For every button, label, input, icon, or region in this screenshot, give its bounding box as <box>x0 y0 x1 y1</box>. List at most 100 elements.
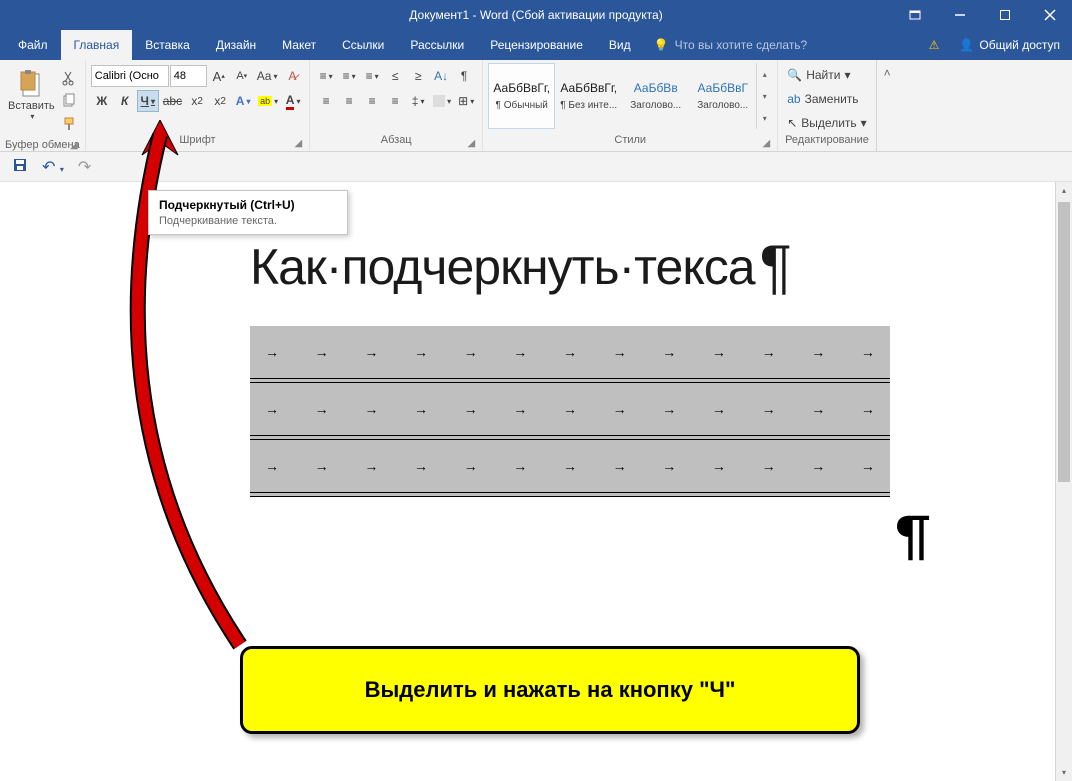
quick-access-toolbar: ↶ ▾ ↷ <box>0 152 1072 182</box>
cut-button[interactable] <box>58 67 80 89</box>
multilevel-button[interactable]: ≡▾ <box>361 65 383 87</box>
cursor-icon: ↖ <box>787 116 797 130</box>
sort-button[interactable]: A↓ <box>430 65 452 87</box>
highlight-button[interactable]: ab▾ <box>255 90 281 112</box>
bold-button[interactable]: Ж <box>91 90 113 112</box>
format-painter-button[interactable] <box>58 113 80 135</box>
undo-button[interactable]: ↶ ▾ <box>42 157 64 177</box>
copy-button[interactable] <box>58 90 80 112</box>
person-icon: 👤 <box>959 38 974 52</box>
tab-design[interactable]: Дизайн <box>203 30 269 60</box>
font-size-select[interactable]: 48 <box>170 65 207 87</box>
scrollbar-thumb[interactable] <box>1058 202 1070 482</box>
tab-references[interactable]: Ссылки <box>329 30 397 60</box>
pilcrow-icon: ¶ <box>760 232 791 301</box>
underline-button[interactable]: Ч▾ <box>137 90 159 112</box>
selected-table[interactable]: →→→→→→→→→→→→→ →→→→→→→→→→→→→ →→→→→→→→→→→→… <box>250 326 890 497</box>
maximize-button[interactable] <box>982 0 1027 30</box>
ribbon-tabs: Файл Главная Вставка Дизайн Макет Ссылки… <box>0 30 1072 60</box>
warning-icon[interactable]: ⚠ <box>921 30 948 60</box>
style-normal[interactable]: АаБбВвГг,¶ Обычный <box>488 63 555 129</box>
scroll-up-icon[interactable]: ▴ <box>1056 182 1072 199</box>
title-bar: Документ1 - Word (Сбой активации продукт… <box>0 0 1072 30</box>
group-label-styles: Стили◢ <box>488 134 772 151</box>
numbering-button[interactable]: ≡▾ <box>338 65 360 87</box>
bullets-button[interactable]: ≡▾ <box>315 65 337 87</box>
dialog-launcher-icon[interactable]: ◢ <box>70 140 78 151</box>
superscript-button[interactable]: x2 <box>209 90 231 112</box>
share-button[interactable]: 👤 Общий доступ <box>947 30 1072 60</box>
callout-text: Выделить и нажать на кнопку "Ч" <box>365 677 736 703</box>
document-heading[interactable]: Как·подчеркнуть·текса¶ <box>250 232 910 301</box>
dialog-launcher-icon[interactable]: ◢ <box>763 138 771 149</box>
pilcrow-icon: ¶ <box>896 500 930 571</box>
scroll-down-icon[interactable]: ▾ <box>1056 764 1072 781</box>
tooltip-underline: Подчеркнутый (Ctrl+U) Подчеркивание текс… <box>148 190 348 235</box>
search-icon: 🔍 <box>787 68 802 82</box>
tell-me-placeholder: Что вы хотите сделать? <box>675 38 808 52</box>
line-spacing-button[interactable]: ‡▾ <box>407 90 429 112</box>
show-marks-button[interactable]: ¶ <box>453 65 475 87</box>
tab-home[interactable]: Главная <box>61 30 133 60</box>
tell-me-search[interactable]: 💡 Что вы хотите сделать? <box>644 30 818 60</box>
indent-decrease-button[interactable]: ≤ <box>384 65 406 87</box>
font-color-button[interactable]: A▾ <box>282 90 304 112</box>
align-right-button[interactable]: ≡ <box>361 90 383 112</box>
share-label: Общий доступ <box>979 38 1060 52</box>
find-button[interactable]: 🔍Найти▾ <box>783 64 870 86</box>
grow-font-button[interactable]: A▴ <box>208 65 230 87</box>
group-label-clipboard: Буфер обмена◢ <box>5 139 80 153</box>
style-heading1[interactable]: АаБбВвЗаголово... <box>622 63 689 129</box>
italic-button[interactable]: К <box>114 90 136 112</box>
tab-view[interactable]: Вид <box>596 30 644 60</box>
group-label-editing: Редактирование <box>783 134 870 151</box>
group-label-font: Шрифт◢ <box>91 134 304 151</box>
shading-button[interactable]: ▾ <box>430 90 454 112</box>
justify-button[interactable]: ≡ <box>384 90 406 112</box>
paste-label: Вставить <box>8 100 55 112</box>
dialog-launcher-icon[interactable]: ◢ <box>294 138 302 149</box>
tab-review[interactable]: Рецензирование <box>477 30 596 60</box>
group-clipboard: Вставить ▾ Буфер обмена◢ <box>0 60 86 151</box>
vertical-scrollbar[interactable]: ▴ ▾ <box>1055 182 1072 781</box>
ribbon: Вставить ▾ Буфер обмена◢ Calibri (Осно 4… <box>0 60 1072 152</box>
strikethrough-button[interactable]: abc <box>160 90 185 112</box>
tab-mailings[interactable]: Рассылки <box>397 30 477 60</box>
indent-increase-button[interactable]: ≥ <box>407 65 429 87</box>
redo-button[interactable]: ↷ <box>78 157 91 177</box>
change-case-button[interactable]: Aa▾ <box>254 65 281 87</box>
page: Как·подчеркнуть·текса¶ →→→→→→→→→→→→→ →→→… <box>120 182 910 537</box>
replace-button[interactable]: abЗаменить <box>783 88 870 110</box>
paste-button[interactable]: Вставить ▾ <box>5 63 58 129</box>
style-nospace[interactable]: АаБбВвГг,¶ Без инте... <box>555 63 622 129</box>
close-button[interactable] <box>1027 0 1072 30</box>
group-label-paragraph: Абзац◢ <box>315 134 477 151</box>
dialog-launcher-icon[interactable]: ◢ <box>468 138 476 149</box>
group-styles: АаБбВвГг,¶ Обычный АаБбВвГг,¶ Без инте..… <box>483 60 778 151</box>
save-button[interactable] <box>12 157 28 176</box>
minimize-button[interactable] <box>937 0 982 30</box>
tab-insert[interactable]: Вставка <box>132 30 203 60</box>
group-font: Calibri (Осно 48 A▴ A▾ Aa▾ A̷ Ж К Ч▾ abc… <box>86 60 310 151</box>
clear-format-button[interactable]: A̷ <box>281 65 303 87</box>
align-left-button[interactable]: ≡ <box>315 90 337 112</box>
lightbulb-icon: 💡 <box>654 38 669 52</box>
shrink-font-button[interactable]: A▾ <box>231 65 253 87</box>
font-name-select[interactable]: Calibri (Осно <box>91 65 169 87</box>
style-heading2[interactable]: АаБбВвГЗаголово... <box>689 63 756 129</box>
group-editing: 🔍Найти▾ abЗаменить ↖Выделить▾ Редактиров… <box>778 60 875 151</box>
tooltip-body: Подчеркивание текста. <box>159 215 337 227</box>
tab-file[interactable]: Файл <box>5 30 61 60</box>
align-center-button[interactable]: ≡ <box>338 90 360 112</box>
subscript-button[interactable]: x2 <box>186 90 208 112</box>
select-button[interactable]: ↖Выделить▾ <box>783 112 870 134</box>
annotation-callout: Выделить и нажать на кнопку "Ч" <box>240 646 860 734</box>
collapse-ribbon-button[interactable]: ˄ <box>876 60 898 151</box>
borders-button[interactable]: ⊞▾ <box>455 90 477 112</box>
text-effects-button[interactable]: A▾ <box>232 90 254 112</box>
group-paragraph: ≡▾ ≡▾ ≡▾ ≤ ≥ A↓ ¶ ≡ ≡ ≡ ≡ ‡▾ ▾ ⊞▾ Абзац◢ <box>310 60 483 151</box>
tooltip-title: Подчеркнутый (Ctrl+U) <box>159 198 337 212</box>
ribbon-options-icon[interactable] <box>892 0 937 30</box>
styles-more-button[interactable]: ▴▾▾ <box>756 63 772 129</box>
tab-layout[interactable]: Макет <box>269 30 329 60</box>
